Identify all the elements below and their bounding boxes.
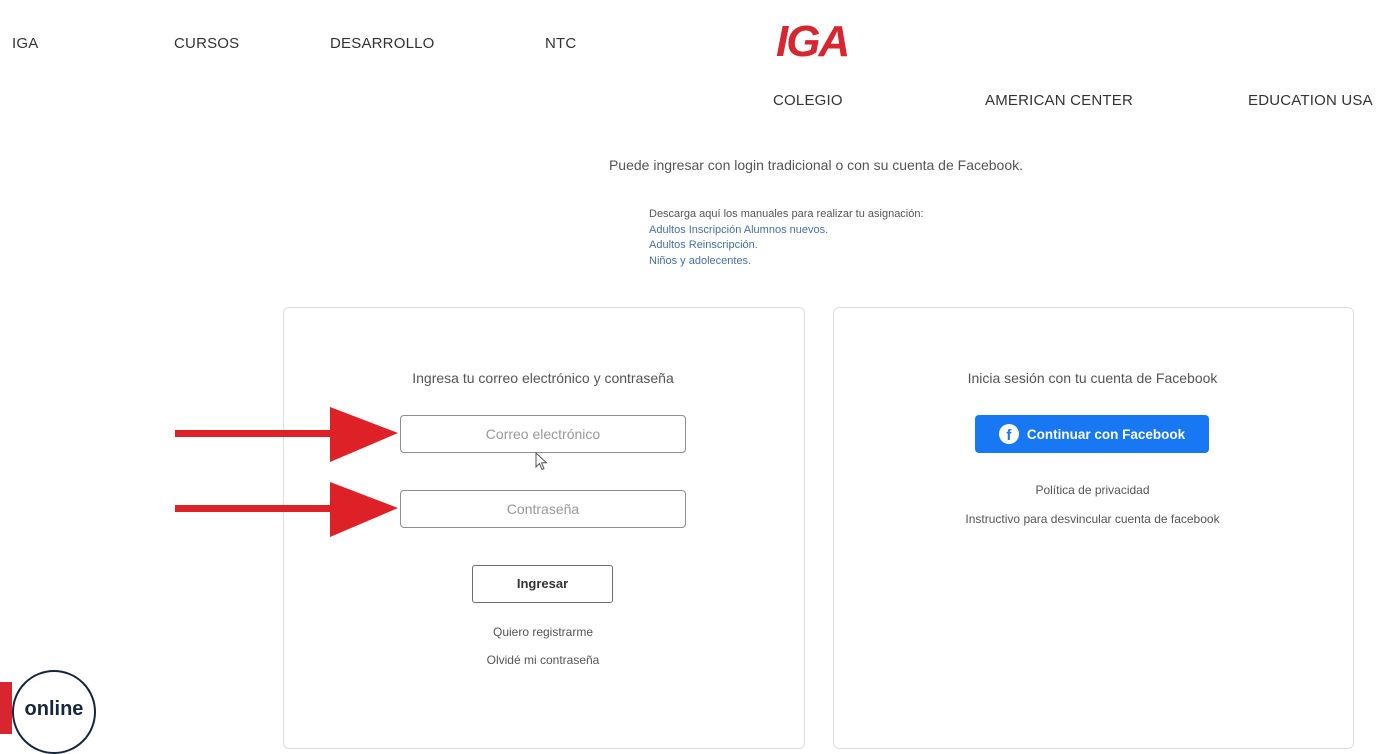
arrow-right-icon	[175, 482, 398, 537]
email-field[interactable]	[400, 415, 686, 453]
intro-text: Puede ingresar con login tradicional o c…	[0, 157, 1386, 173]
nav-item-american-center[interactable]: AMERICAN CENTER	[985, 92, 1133, 109]
nav-item-desarrollo[interactable]: DESARROLLO	[330, 35, 435, 52]
submit-button[interactable]: Ingresar	[472, 565, 613, 603]
facebook-login-button[interactable]: f Continuar con Facebook	[975, 415, 1209, 453]
nav-item-colegio[interactable]: COLEGIO	[773, 92, 843, 109]
unlink-facebook-link[interactable]: Instructivo para desvincular cuenta de f…	[833, 512, 1352, 526]
online-badge-label: online	[24, 698, 84, 720]
register-link[interactable]: Quiero registrarme	[283, 625, 803, 639]
iga-logo[interactable]: IGA	[776, 18, 850, 66]
login-card-title: Ingresa tu correo electrónico y contrase…	[412, 370, 674, 386]
online-badge[interactable]: online	[12, 670, 96, 754]
manuals-label: Descarga aquí los manuales para realizar…	[649, 208, 924, 220]
nav-item-iga[interactable]: IGA	[12, 35, 38, 52]
red-side-tab	[0, 682, 12, 734]
arrow-right-icon	[175, 407, 398, 462]
nav-item-cursos[interactable]: CURSOS	[174, 35, 239, 52]
manuals-block: Descarga aquí los manuales para realizar…	[649, 207, 924, 269]
password-field[interactable]	[400, 490, 686, 528]
facebook-icon: f	[998, 424, 1019, 444]
privacy-policy-link[interactable]: Política de privacidad	[833, 483, 1352, 497]
mouse-cursor-icon	[535, 452, 548, 471]
intro-text-label: Puede ingresar con login tradicional o c…	[608, 157, 1024, 173]
nav-item-education-usa[interactable]: EDUCATION USA	[1248, 92, 1373, 109]
facebook-button-label: Continuar con Facebook	[1026, 426, 1186, 442]
manual-link-kids[interactable]: Niños y adolecentes.	[649, 254, 924, 270]
manual-link-new-adults[interactable]: Adultos Inscripción Alumnos nuevos.	[649, 223, 924, 239]
nav-item-ntc[interactable]: NTC	[545, 35, 576, 52]
facebook-card-title: Inicia sesión con tu cuenta de Facebook	[967, 370, 1218, 386]
forgot-password-link[interactable]: Olvidé mi contraseña	[283, 653, 803, 667]
manual-link-readmission[interactable]: Adultos Reinscripción.	[649, 238, 924, 254]
